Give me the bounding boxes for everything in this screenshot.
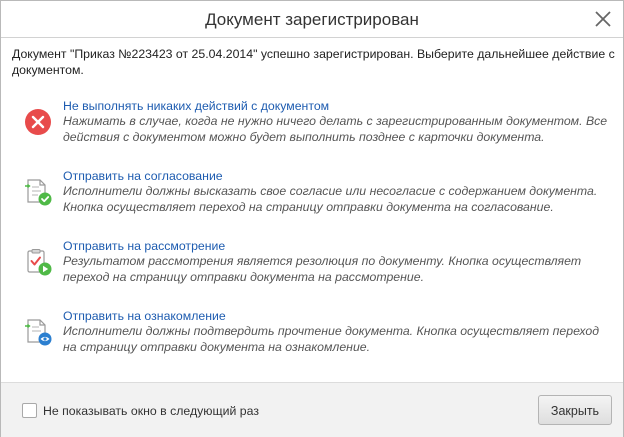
no-action-link[interactable]: Не выполнять никаких действий с документ… <box>63 98 329 114</box>
document-approve-icon[interactable] <box>23 177 53 207</box>
send-for-review-link[interactable]: Отправить на рассмотрение <box>63 238 225 254</box>
dialog-footer: Не показывать окно в следующий раз Закры… <box>1 382 623 437</box>
send-for-familiarization-link[interactable]: Отправить на ознакомление <box>63 308 226 324</box>
close-icon[interactable] <box>591 7 615 31</box>
send-for-approval-link[interactable]: Отправить на согласование <box>63 168 223 184</box>
dialog-title: Документ зарегистрирован <box>205 10 419 29</box>
close-button[interactable]: Закрыть <box>538 395 612 425</box>
dialog-titlebar: Документ зарегистрирован <box>1 1 623 38</box>
document-view-icon[interactable] <box>23 317 53 347</box>
dont-show-again-label[interactable]: Не показывать окно в следующий раз <box>43 403 259 419</box>
intro-text: Документ "Приказ №223423 от 25.04.2014" … <box>12 47 615 77</box>
no-action-description: Нажимать в случае, когда не нужно ничего… <box>63 114 608 144</box>
registration-dialog: Документ зарегистрирован Документ "Прика… <box>0 0 624 437</box>
option-send-for-familiarization: Отправить на ознакомление Исполнители до… <box>23 308 613 356</box>
cancel-icon[interactable] <box>23 107 53 137</box>
clipboard-review-icon[interactable] <box>23 247 53 277</box>
option-send-for-approval: Отправить на согласование Исполнители до… <box>23 168 613 216</box>
send-for-familiarization-description: Исполнители должны подтвердить прочтение… <box>63 324 600 354</box>
send-for-approval-description: Исполнители должны высказать свое соглас… <box>63 184 598 214</box>
option-send-for-review: Отправить на рассмотрение Результатом ра… <box>23 238 613 286</box>
option-no-action: Не выполнять никаких действий с документ… <box>23 98 613 146</box>
dont-show-again-checkbox[interactable] <box>22 403 37 418</box>
send-for-review-description: Результатом рассмотрения является резолю… <box>63 254 582 284</box>
